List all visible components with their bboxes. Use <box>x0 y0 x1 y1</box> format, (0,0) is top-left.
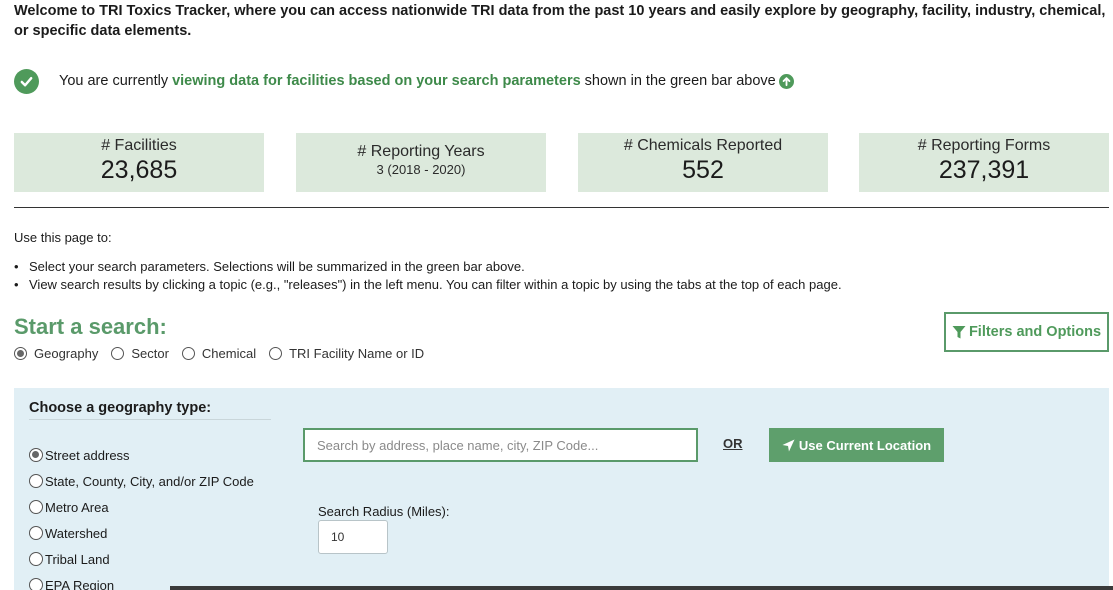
radio-button[interactable] <box>29 578 43 590</box>
search-type-label: Sector <box>131 346 169 361</box>
search-type-label: Chemical <box>201 346 257 361</box>
search-radius-input[interactable] <box>318 520 388 554</box>
geo-option-state-county-city-zip[interactable]: State, County, City, and/or ZIP Code <box>29 468 254 494</box>
radio-button[interactable] <box>29 500 43 514</box>
geography-panel: Choose a geography type: Street address … <box>14 388 1109 590</box>
search-radius-label: Search Radius (Miles): <box>318 504 450 519</box>
geo-option-label: Metro Area <box>45 499 109 515</box>
radio-button[interactable] <box>29 526 43 540</box>
geo-option-label: Watershed <box>45 525 108 541</box>
radio-button[interactable] <box>29 552 43 566</box>
stat-chemicals: # Chemicals Reported 552 <box>578 133 828 192</box>
status-highlight: viewing data for facilities based on you… <box>172 73 581 89</box>
geo-option-watershed[interactable]: Watershed <box>29 520 254 546</box>
search-type-facility[interactable]: TRI Facility Name or ID <box>269 346 424 361</box>
geography-type-list: Street address State, County, City, and/… <box>29 442 254 590</box>
divider <box>14 207 1109 208</box>
list-item: Select your search parameters. Selection… <box>14 258 842 276</box>
search-type-sector[interactable]: Sector <box>111 346 169 361</box>
horizontal-scrollbar[interactable] <box>170 586 1113 590</box>
status-suffix: shown in the green bar above <box>584 73 776 89</box>
filters-button-label: Filters and Options <box>968 324 1102 340</box>
stat-label: # Reporting Years <box>357 143 485 160</box>
geo-option-tribal-land[interactable]: Tribal Land <box>29 546 254 572</box>
address-search-input[interactable] <box>303 428 698 462</box>
geography-type-title: Choose a geography type: <box>29 400 271 420</box>
stat-value: 237,391 <box>938 156 1030 184</box>
radio-button[interactable] <box>29 474 43 488</box>
search-type-group: Geography Sector Chemical TRI Facility N… <box>14 346 437 361</box>
stat-label: # Reporting Forms <box>917 137 1051 154</box>
filter-icon <box>952 325 966 338</box>
location-button-label: Use Current Location <box>798 437 932 453</box>
welcome-message: Welcome to TRI Toxics Tracker, where you… <box>14 3 1106 39</box>
stat-value: 3 (2018 - 2020) <box>376 162 466 177</box>
location-arrow-icon <box>782 438 795 452</box>
geo-option-label: State, County, City, and/or ZIP Code <box>45 473 254 489</box>
stat-value: 23,685 <box>100 156 178 184</box>
geo-option-label: EPA Region <box>45 577 115 590</box>
start-search-title: Start a search: <box>14 314 167 339</box>
search-type-label: TRI Facility Name or ID <box>289 346 425 361</box>
status-message: You are currently viewing data for facil… <box>14 68 794 94</box>
geo-option-label: Street address <box>45 447 130 463</box>
stat-value: 552 <box>682 156 724 184</box>
status-prefix: You are currently <box>59 73 169 89</box>
or-label: OR <box>723 436 743 451</box>
stat-reporting-years: # Reporting Years 3 (2018 - 2020) <box>296 133 546 192</box>
stat-reporting-forms: # Reporting Forms 237,391 <box>859 133 1109 192</box>
radio-button[interactable] <box>29 448 43 462</box>
instructions-intro: Use this page to: <box>14 230 112 245</box>
search-type-chemical[interactable]: Chemical <box>181 346 257 361</box>
use-current-location-button[interactable]: Use Current Location <box>769 428 944 462</box>
geo-option-street-address[interactable]: Street address <box>29 442 254 468</box>
search-type-geography[interactable]: Geography <box>14 346 98 361</box>
stat-label: # Facilities <box>101 137 177 154</box>
arrow-up-icon <box>778 73 794 89</box>
radio-button[interactable] <box>269 347 283 360</box>
filters-and-options-button[interactable]: Filters and Options <box>944 312 1109 352</box>
geo-option-metro-area[interactable]: Metro Area <box>29 494 254 520</box>
instructions-list: Select your search parameters. Selection… <box>14 258 842 294</box>
radio-button[interactable] <box>111 347 125 360</box>
stat-label: # Chemicals Reported <box>623 137 783 154</box>
radio-button[interactable] <box>181 347 195 360</box>
radio-button[interactable] <box>14 347 27 360</box>
stat-facilities: # Facilities 23,685 <box>14 133 264 192</box>
list-item: View search results by clicking a topic … <box>14 276 842 294</box>
check-icon <box>14 68 39 94</box>
search-type-label: Geography <box>34 346 99 361</box>
geo-option-label: Tribal Land <box>45 551 110 567</box>
